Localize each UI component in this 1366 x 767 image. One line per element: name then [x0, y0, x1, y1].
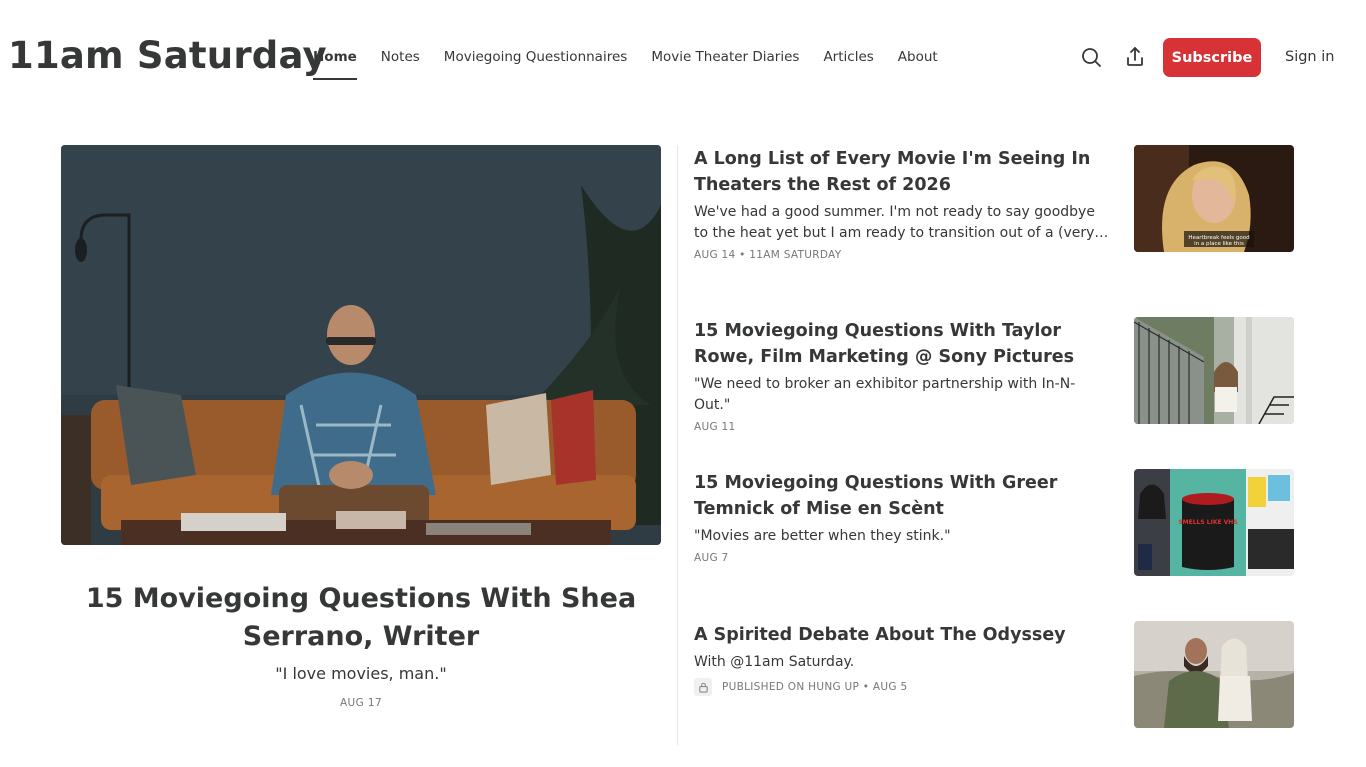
post-item: 15 Moviegoing Questions With Greer Temni… — [694, 469, 1294, 576]
site-title[interactable]: 11am Saturday — [8, 34, 327, 77]
candle-label: SMELLS LIKE VHS — [1178, 519, 1237, 526]
post-title[interactable]: A Long List of Every Movie I'm Seeing In… — [694, 146, 1109, 198]
search-icon[interactable] — [1079, 45, 1103, 69]
nav-notes[interactable]: Notes — [381, 49, 420, 65]
post-item: A Long List of Every Movie I'm Seeing In… — [694, 145, 1294, 261]
post-item: A Spirited Debate About The Odyssey With… — [694, 621, 1294, 728]
post-thumbnail[interactable] — [1134, 621, 1294, 728]
subscribe-button[interactable]: Subscribe — [1163, 38, 1261, 77]
post-item: 15 Moviegoing Questions With Taylor Rowe… — [694, 317, 1294, 433]
post-subtitle: With @11am Saturday. — [694, 654, 855, 670]
hero-title[interactable]: 15 Moviegoing Questions With Shea Serran… — [61, 580, 661, 656]
main-nav: Home Notes Moviegoing Questionnaires Mov… — [313, 49, 962, 80]
nav-home[interactable]: Home — [313, 49, 357, 80]
sign-in-link[interactable]: Sign in — [1285, 49, 1334, 65]
post-subtitle: "We need to broker an exhibitor partners… — [694, 376, 1076, 413]
post-thumbnail[interactable] — [1134, 317, 1294, 424]
hero-date: AUG 17 — [339, 697, 383, 709]
post-thumbnail[interactable]: SMELLS LIKE VHS — [1134, 469, 1294, 576]
hero-subtitle: "I love movies, man." — [275, 664, 447, 683]
post-title[interactable]: 15 Moviegoing Questions With Taylor Rowe… — [694, 318, 1109, 370]
nav-articles[interactable]: Articles — [823, 49, 873, 65]
nav-about[interactable]: About — [898, 49, 938, 65]
post-meta-text: PUBLISHED ON HUNG UP • AUG 5 — [722, 681, 908, 693]
nav-movie-theater-diaries[interactable]: Movie Theater Diaries — [651, 49, 799, 65]
post-title[interactable]: 15 Moviegoing Questions With Greer Temni… — [694, 470, 1109, 522]
share-icon[interactable] — [1123, 45, 1147, 69]
nav-moviegoing-questionnaires[interactable]: Moviegoing Questionnaires — [444, 49, 628, 65]
lock-icon — [694, 678, 712, 696]
hero-image[interactable] — [61, 145, 661, 545]
post-subtitle: "Movies are better when they stink." — [694, 528, 951, 544]
thumb-caption-line2: in a place like this — [1194, 241, 1244, 247]
post-title[interactable]: A Spirited Debate About The Odyssey — [694, 622, 1109, 648]
post-thumbnail[interactable]: Heartbreak feels good in a place like th… — [1134, 145, 1294, 252]
post-subtitle: We've had a good summer. I'm not ready t… — [694, 204, 1109, 241]
column-divider — [677, 145, 678, 745]
